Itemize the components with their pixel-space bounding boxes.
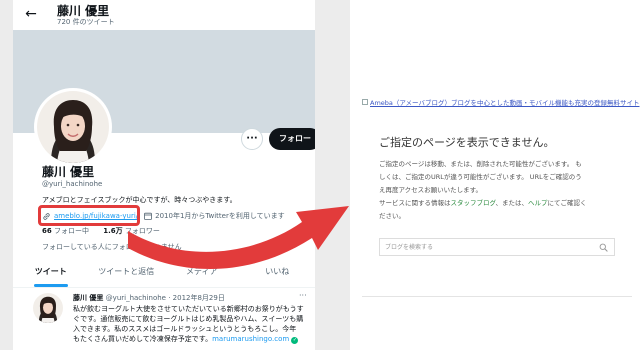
followers-label: フォロワー: [124, 227, 160, 235]
tweet-text-line-last: もたくさん買いだめして冷凍保存予定です。marumarushingo.com ✓: [73, 334, 309, 344]
service-info-suffix: にてご確認く: [547, 199, 587, 207]
profile-handle: @yuri_hachinohe: [42, 180, 103, 188]
service-info-mid: 、または、: [495, 199, 529, 207]
search-icon[interactable]: [599, 243, 608, 252]
service-info-line-2: ださい。: [379, 212, 405, 220]
tweet-text-line: ぐです。通信販売にて飲むヨーグルトはじめ乳製品やハム、スイーツも購: [73, 315, 304, 323]
staff-blog-link[interactable]: スタッフブログ: [451, 199, 496, 207]
help-link[interactable]: ヘルプ: [528, 199, 548, 207]
follow-button[interactable]: フォロー: [269, 128, 315, 150]
tweet-avatar[interactable]: [33, 293, 63, 323]
profile-header-bar: ← 藤川 優里 720 件のツイート: [13, 0, 315, 30]
service-info-line: サービスに関する情報はスタッフブログ、または、ヘルプにてご確認く: [379, 197, 587, 210]
tweet-header: 藤川 優里 @yuri_hachinohe · 2012年8月29日: [73, 293, 225, 303]
error-title: ご指定のページを表示できません。: [379, 136, 555, 149]
ameba-banner-text: Ameba（アメーバブログ）ブログを中心とした動画・モバイル機能も充実の登録無料…: [370, 99, 640, 107]
profile-avatar[interactable]: [34, 88, 112, 166]
tab-likes[interactable]: いいね: [240, 258, 316, 287]
tweet-author-name[interactable]: 藤川 優里: [73, 294, 103, 302]
tweet-text: 私が飲むヨーグルト大使をさせていただいている新郷村のお祭りがもうす ぐです。通信…: [73, 304, 309, 344]
error-description: ご指定のページは移動、または、削除された可能性がございます。 も しくは、ご指定…: [379, 158, 587, 223]
error-text-line: ご指定のページは移動、または、削除された可能性がございます。 も: [379, 160, 582, 168]
tab-tweets-and-replies[interactable]: ツイートと返信: [89, 258, 165, 287]
ameba-error-page: Ameba（アメーバブログ）ブログを中心とした動画・モバイル機能も充実の登録無料…: [350, 0, 640, 350]
tweet-item[interactable]: 藤川 優里 @yuri_hachinohe · 2012年8月29日 ··· 私…: [13, 289, 315, 350]
tweet-text-line: 入できます。私のススメはゴールドラッシュというとうもろこし。今年: [73, 325, 297, 333]
more-options-button[interactable]: ···: [241, 128, 263, 150]
following-stat[interactable]: 66 フォロー中: [42, 227, 95, 235]
service-info-prefix: サービスに関する情報は: [379, 199, 451, 207]
blog-search-box: [379, 238, 615, 256]
following-label: フォロー中: [53, 227, 89, 235]
following-count: 66: [42, 227, 52, 235]
tweet-more-button[interactable]: ···: [299, 291, 307, 300]
back-arrow-icon[interactable]: ←: [21, 4, 41, 24]
footer-divider: [362, 296, 632, 297]
header-tweet-count: 720 件のツイート: [57, 18, 115, 26]
profile-name: 藤川 優里: [42, 165, 95, 179]
broken-image-icon: [362, 99, 368, 105]
tab-media[interactable]: メディア: [164, 258, 240, 287]
tweet-text-line: 私が飲むヨーグルト大使をさせていただいている新郷村のお祭りがもうす: [73, 305, 304, 313]
followers-you-know-note: フォローしている人にフォロワーはいません: [42, 243, 182, 251]
calendar-icon: [144, 212, 153, 220]
error-text-line: え再度アクセスお願いいたします。: [379, 186, 483, 194]
tweet-link[interactable]: marumarushingo.com: [212, 335, 289, 343]
error-text-line: しくは、ご指定のURLが違う可能性がございます。 URLをご確認のう: [379, 173, 582, 181]
tab-tweets[interactable]: ツイート: [13, 258, 89, 287]
tweet-handle-date: @yuri_hachinohe · 2012年8月29日: [105, 294, 225, 302]
blog-search-input[interactable]: [380, 239, 590, 255]
tweet-text-line-end: もたくさん買いだめして冷凍保存予定です。: [73, 335, 213, 343]
twitter-profile-panel: ← 藤川 優里 720 件のツイート ··· フォロー 藤川 優里 @yuri_…: [13, 0, 315, 350]
followers-count: 1.6万: [103, 227, 123, 235]
profile-bio: アメブロとフェイスブックが中心ですが、時々つぶやきます。: [42, 196, 237, 204]
ameba-banner-link[interactable]: Ameba（アメーバブログ）ブログを中心とした動画・モバイル機能も充実の登録無料…: [362, 97, 640, 107]
profile-joined-date: 2010年1月からTwitterを利用しています: [155, 212, 285, 220]
profile-tabs: ツイート ツイートと返信 メディア いいね: [13, 258, 315, 288]
link-highlight-box: [38, 205, 140, 226]
follow-stats: 66 フォロー中 1.6万 フォロワー: [42, 226, 172, 236]
followers-stat[interactable]: 1.6万 フォロワー: [103, 227, 166, 235]
verified-check-icon: ✓: [291, 337, 299, 344]
